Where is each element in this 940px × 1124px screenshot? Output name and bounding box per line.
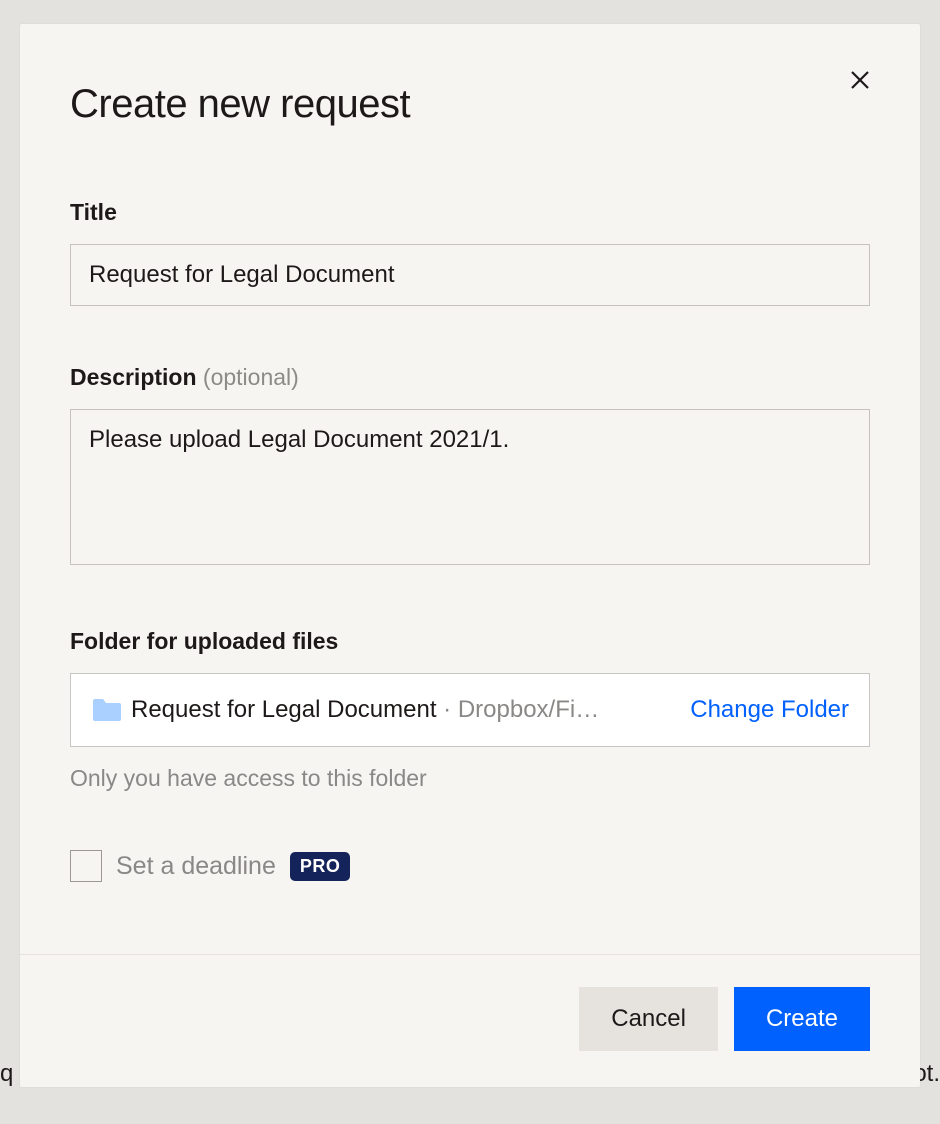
folder-path: Request for Legal Document · Dropbox/Fi…	[131, 696, 666, 724]
folder-field-group: Folder for uploaded files Request for Le…	[70, 628, 870, 792]
description-optional-suffix: (optional)	[197, 364, 299, 390]
folder-path-separator: ·	[437, 696, 458, 723]
folder-icon	[91, 697, 123, 723]
title-field-group: Title	[70, 199, 870, 306]
create-request-modal: Create new request Title Description (op…	[20, 24, 920, 1087]
cancel-button[interactable]: Cancel	[579, 987, 718, 1051]
modal-body: Title Description (optional) Please uplo…	[20, 127, 920, 922]
description-label-text: Description	[70, 364, 197, 390]
description-textarea[interactable]: Please upload Legal Document 2021/1.	[70, 409, 870, 565]
modal-title: Create new request	[70, 82, 870, 127]
title-input[interactable]	[70, 244, 870, 306]
close-button[interactable]	[840, 60, 880, 100]
change-folder-button[interactable]: Change Folder	[690, 696, 849, 724]
folder-selector: Request for Legal Document · Dropbox/Fi……	[70, 673, 870, 747]
deadline-row: Set a deadline PRO	[70, 850, 870, 882]
close-icon	[848, 68, 872, 92]
modal-footer: Cancel Create	[20, 954, 920, 1087]
deadline-checkbox[interactable]	[70, 850, 102, 882]
create-button[interactable]: Create	[734, 987, 870, 1051]
folder-name: Request for Legal Document	[131, 696, 437, 723]
background-text-left: q	[0, 1060, 13, 1088]
deadline-label[interactable]: Set a deadline	[116, 852, 276, 881]
description-field-group: Description (optional) Please upload Leg…	[70, 364, 870, 570]
folder-label: Folder for uploaded files	[70, 628, 870, 655]
modal-header: Create new request	[20, 24, 920, 127]
pro-badge: PRO	[290, 852, 351, 881]
description-label: Description (optional)	[70, 364, 870, 391]
title-label: Title	[70, 199, 870, 226]
folder-path-truncated: Dropbox/Fi…	[458, 696, 599, 723]
folder-helper-text: Only you have access to this folder	[70, 765, 870, 792]
